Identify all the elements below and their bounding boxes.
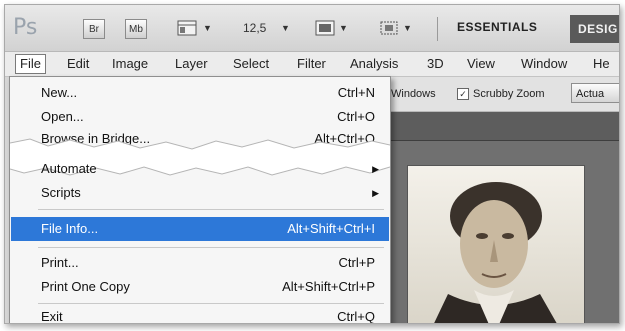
menu-item-exit[interactable]: Exit Ctrl+Q xyxy=(11,305,389,323)
menu-item-automate[interactable]: Automate ▶ xyxy=(11,157,389,181)
zoom-level[interactable]: 12,5 xyxy=(243,21,266,35)
menu-image[interactable]: Image xyxy=(112,55,148,73)
menu-layer[interactable]: Layer xyxy=(175,55,208,73)
menu-separator xyxy=(38,247,384,248)
menu-separator xyxy=(38,303,384,304)
separator xyxy=(437,17,438,41)
actual-pixels-button[interactable]: Actua xyxy=(571,83,619,103)
arrange-documents-icon[interactable] xyxy=(379,19,399,37)
workspace-design-button[interactable]: DESIG xyxy=(570,15,619,43)
menu-item-file-info[interactable]: File Info... Alt+Shift+Ctrl+I xyxy=(11,217,389,241)
scrubby-zoom-label: Scrubby Zoom xyxy=(473,88,545,100)
file-menu-dropdown: New... Ctrl+N Open... Ctrl+O Browse in B… xyxy=(9,76,391,323)
menu-item-print[interactable]: Print... Ctrl+P xyxy=(11,251,389,275)
menu-analysis[interactable]: Analysis xyxy=(350,55,398,73)
resize-windows-label[interactable]: Windows xyxy=(391,88,436,100)
menu-edit[interactable]: Edit xyxy=(67,55,89,73)
document-canvas[interactable] xyxy=(385,141,619,323)
options-bar: Windows ✓ Scrubby Zoom Actua xyxy=(385,77,619,112)
menu-item-scripts[interactable]: Scripts ▶ xyxy=(11,181,389,205)
menu-file[interactable]: File xyxy=(15,54,46,74)
menu-separator xyxy=(38,209,384,210)
menu-item-open[interactable]: Open... Ctrl+O xyxy=(11,105,389,129)
menu-3d[interactable]: 3D xyxy=(427,55,444,73)
menu-select[interactable]: Select xyxy=(233,55,269,73)
chevron-down-icon[interactable]: ▼ xyxy=(403,23,412,33)
chevron-down-icon[interactable]: ▼ xyxy=(203,23,212,33)
submenu-arrow-icon: ▶ xyxy=(372,164,379,174)
launch-bridge-button[interactable]: Br xyxy=(83,19,105,39)
submenu-arrow-icon: ▶ xyxy=(372,188,379,198)
menu-help[interactable]: He xyxy=(593,55,610,73)
scrubby-zoom-checkbox[interactable]: ✓ xyxy=(457,88,469,100)
menu-item-new[interactable]: New... Ctrl+N xyxy=(11,81,389,105)
menu-item-print-one-copy[interactable]: Print One Copy Alt+Shift+Ctrl+P xyxy=(11,275,389,299)
document-tab-strip xyxy=(385,112,619,141)
portrait-illustration xyxy=(434,182,557,323)
portrait-image xyxy=(407,165,585,323)
photoshop-logo: Ps xyxy=(13,15,38,40)
chevron-down-icon[interactable]: ▼ xyxy=(281,23,290,33)
screen-mode-icon[interactable] xyxy=(315,19,335,37)
menu-view[interactable]: View xyxy=(467,55,495,73)
view-extras-icon[interactable] xyxy=(177,19,197,37)
menu-window[interactable]: Window xyxy=(521,55,567,73)
application-bar: Ps Br Mb ▼ 12,5 ▼ ▼ ▼ ESSENTIALS DESIG xyxy=(5,5,619,52)
menu-filter[interactable]: Filter xyxy=(297,55,326,73)
launch-minibridge-button[interactable]: Mb xyxy=(125,19,147,39)
menu-bar: File Edit Image Layer Select Filter Anal… xyxy=(5,52,619,77)
chevron-down-icon[interactable]: ▼ xyxy=(339,23,348,33)
workspace-essentials-button[interactable]: ESSENTIALS xyxy=(457,20,537,34)
photoshop-window: Ps Br Mb ▼ 12,5 ▼ ▼ ▼ ESSENTIALS DESIG F… xyxy=(4,4,620,324)
